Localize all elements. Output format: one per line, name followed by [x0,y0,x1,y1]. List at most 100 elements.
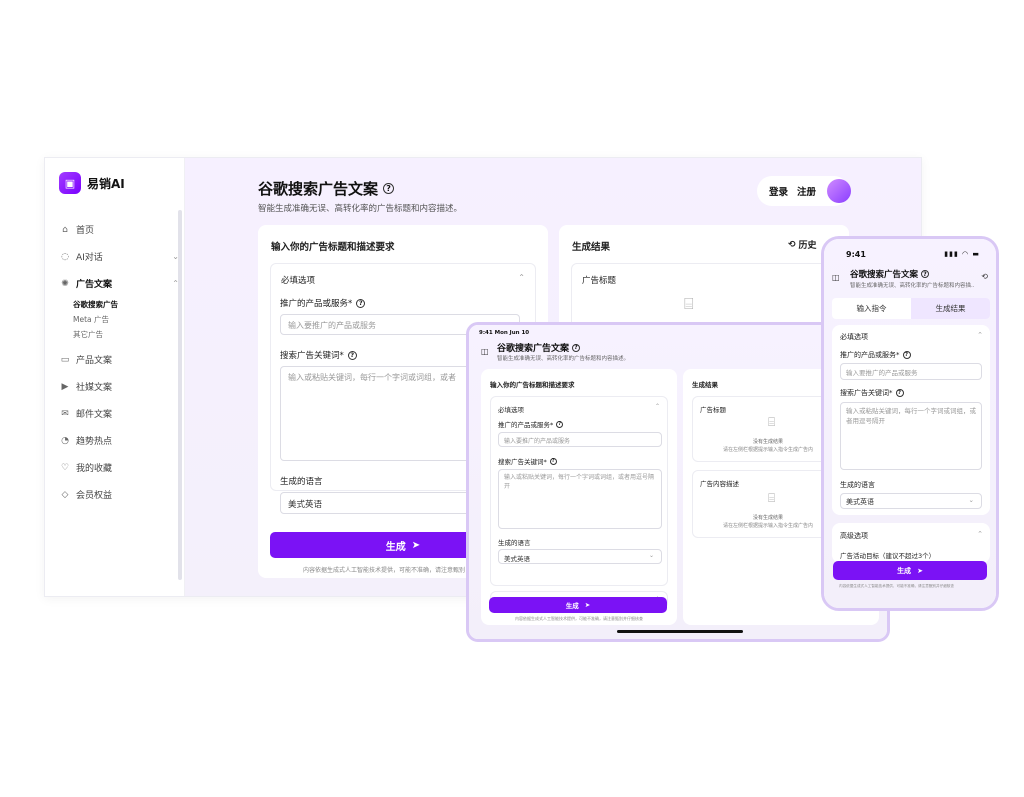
tablet-page-subtitle: 智能生成准确无误、高转化率的广告标题和内容描述。 [497,356,630,362]
help-icon[interactable]: ? [902,351,911,359]
sidebar-item-label: 广告文案 [76,280,113,290]
help-icon[interactable]: ? [383,183,395,194]
tab-result[interactable]: 生成结果 [911,298,990,319]
sidebar-item-ad-copy[interactable]: ✺ 广告文案 ⌃ [59,270,179,297]
tablet-language-value: 美式英语 [504,555,530,563]
language-value: 美式英语 [288,500,323,510]
chevron-up-icon[interactable]: ⌃ [655,403,660,410]
home-indicator[interactable] [617,630,743,633]
help-icon[interactable]: ? [347,350,357,360]
tablet-generate-button[interactable]: 生成 ➤ [489,597,667,613]
tablet-input-panel: 输入你的广告标题和描述要求 必填选项 ⌃ 推广的产品或服务* ? 输入要推广的产… [481,369,677,625]
send-icon: ➤ [411,539,421,551]
phone-required-title: 必填选项 [840,333,868,341]
ad-icon: ✺ [61,278,69,289]
chevron-up-icon: ⌃ [977,530,983,538]
sidebar-sub-google-ads[interactable]: 谷歌搜索广告 [59,297,179,312]
phone-generate-button[interactable]: 生成 ➤ [833,561,987,580]
home-icon: ⌂ [62,224,68,235]
phone-language-select[interactable]: 美式英语 ⌄ [840,493,982,509]
avatar[interactable] [827,179,851,203]
tab-input[interactable]: 输入指令 [832,298,911,319]
tablet-ad-title-label: 广告标题 [700,406,726,414]
phone-generate-label: 生成 [897,566,912,575]
register-button[interactable]: 注册 [797,184,816,198]
sidebar-item-trends[interactable]: ◔ 趋势热点 [59,427,179,454]
phone-product-label: 推广的产品或服务* ? [840,350,911,360]
help-icon[interactable]: ? [895,389,904,397]
tablet-language-label: 生成的语言 [498,539,531,547]
phone-tabs: 输入指令 生成结果 [832,298,990,319]
page-title: 谷歌搜索广告文案 ? [258,178,395,199]
product-label-text: 推广的产品或服务* [280,299,353,309]
tablet-result-heading: 生成结果 [692,381,718,389]
phone-page-title: 谷歌搜索广告文案 ? [850,268,930,280]
disclaimer: 内容依据生成式人工智能技术提供，可能不准确，请注意甄别 [303,567,466,574]
input-panel-heading: 输入你的广告标题和描述要求 [271,242,395,253]
phone-product-input[interactable]: 输入要推广的产品或服务 [840,363,982,380]
chevron-down-icon: ⌄ [648,552,654,559]
sidebar-scrollbar[interactable] [178,210,182,580]
empty-box-icon: ⌸ [684,294,694,313]
sidebar-sub-other-ads[interactable]: 其它广告 [59,327,179,342]
social-icon: ▶ [61,381,69,392]
phone-keywords-label: 搜索广告关键词* ? [840,388,904,398]
history-icon: ⟲ [788,239,796,250]
phone-product-label-text: 推广的产品或服务* [840,351,900,359]
tablet-empty-hint: 请在左侧栏根据提示输入指令生成广告内 [723,447,814,453]
chevron-up-icon[interactable]: ⌃ [518,273,525,282]
sidebar-item-label: 趋势热点 [76,437,113,447]
tablet-required-title: 必填选项 [498,406,524,414]
tablet-generate-label: 生成 [565,602,579,610]
phone-advanced-card[interactable]: 高级选项 ⌃ 广告活动目标（建议不超过3个） [832,523,990,563]
phone-language-value: 美式英语 [846,498,874,506]
help-icon[interactable]: ? [572,343,581,352]
send-icon: ➤ [917,566,923,575]
ad-title-label: 广告标题 [582,276,617,286]
tablet-product-label: 推广的产品或服务* ? [498,419,564,429]
phone-keywords-textarea[interactable]: 输入或粘贴关键词，每行一个字词或词组，或者用逗号隔开 [840,402,982,470]
brand-logo[interactable]: ▣ 易销AI [59,172,125,194]
chevron-up-icon[interactable]: ⌃ [977,331,983,339]
sidebar-item-social-copy[interactable]: ▶ 社媒文案 [59,373,179,400]
sidebar-item-label: 首页 [76,226,95,236]
tablet-product-input[interactable]: 输入要推广的产品或服务 [498,432,662,447]
sidebar-item-membership[interactable]: ◇ 会员权益 [59,481,179,508]
history-button[interactable]: ⟲ 历史 [788,238,817,252]
sidebar-item-label: 产品文案 [76,356,113,366]
tablet-title-text: 谷歌搜索广告文案 [497,344,570,354]
empty-box-icon: ⌸ [768,491,776,505]
phone-title-text: 谷歌搜索广告文案 [850,270,919,280]
sidebar-toggle-icon[interactable]: ◫ [481,347,489,356]
help-icon[interactable]: ? [556,420,564,428]
sidebar: ▣ 易销AI ⌂ 首页 ◌ AI对话 ⌄ ✺ 广告文案 ⌃ 谷歌搜索广告 Met… [45,158,185,596]
help-icon[interactable]: ? [549,457,557,465]
sidebar-item-product-copy[interactable]: ▭ 产品文案 [59,346,179,373]
sidebar-item-label: 我的收藏 [76,464,113,474]
history-icon[interactable]: ⟲ [981,272,988,281]
required-options-title: 必填选项 [281,276,316,286]
tablet-keywords-label-text: 搜索广告关键词* [498,458,547,466]
member-icon: ◇ [61,489,69,500]
help-icon[interactable]: ? [921,270,930,278]
tablet-page-title: 谷歌搜索广告文案 ? [497,341,581,354]
sidebar-item-favorites[interactable]: ♡ 我的收藏 [59,454,179,481]
phone-disclaimer: 内容依据生成式人工智能技术提供，可能不准确，请注意甄别并仔细核查 [839,584,954,588]
sidebar-item-mail-copy[interactable]: ✉ 邮件文案 [59,400,179,427]
login-button[interactable]: 登录 [769,184,788,198]
tablet-language-select[interactable]: 美式英语 ⌄ [498,549,662,564]
tablet-ad-desc-label: 广告内容描述 [700,480,739,488]
keywords-label: 搜索广告关键词* ? [280,349,357,361]
tablet-keywords-textarea[interactable]: 输入或粘贴关键词，每行一个字词或词组，或者用逗号隔开 [498,469,662,529]
product-icon: ▭ [60,354,70,365]
sidebar-item-ai-chat[interactable]: ◌ AI对话 ⌄ [59,243,179,270]
keywords-label-text: 搜索广告关键词* [280,351,344,361]
phone-required-card: 必填选项 ⌃ 推广的产品或服务* ? 输入要推广的产品或服务 搜索广告关键词* … [832,325,990,515]
help-icon[interactable]: ? [356,298,366,308]
auth-group: 登录 注册 [757,176,851,206]
sidebar-item-home[interactable]: ⌂ 首页 [59,216,179,243]
history-label: 历史 [798,241,817,251]
sidebar-toggle-icon[interactable]: ◫ [832,273,840,282]
phone-page-subtitle: 智能生成准确无误、高转化率的广告标题和内容描... [850,283,975,289]
sidebar-sub-meta-ads[interactable]: Meta 广告 [59,312,179,327]
